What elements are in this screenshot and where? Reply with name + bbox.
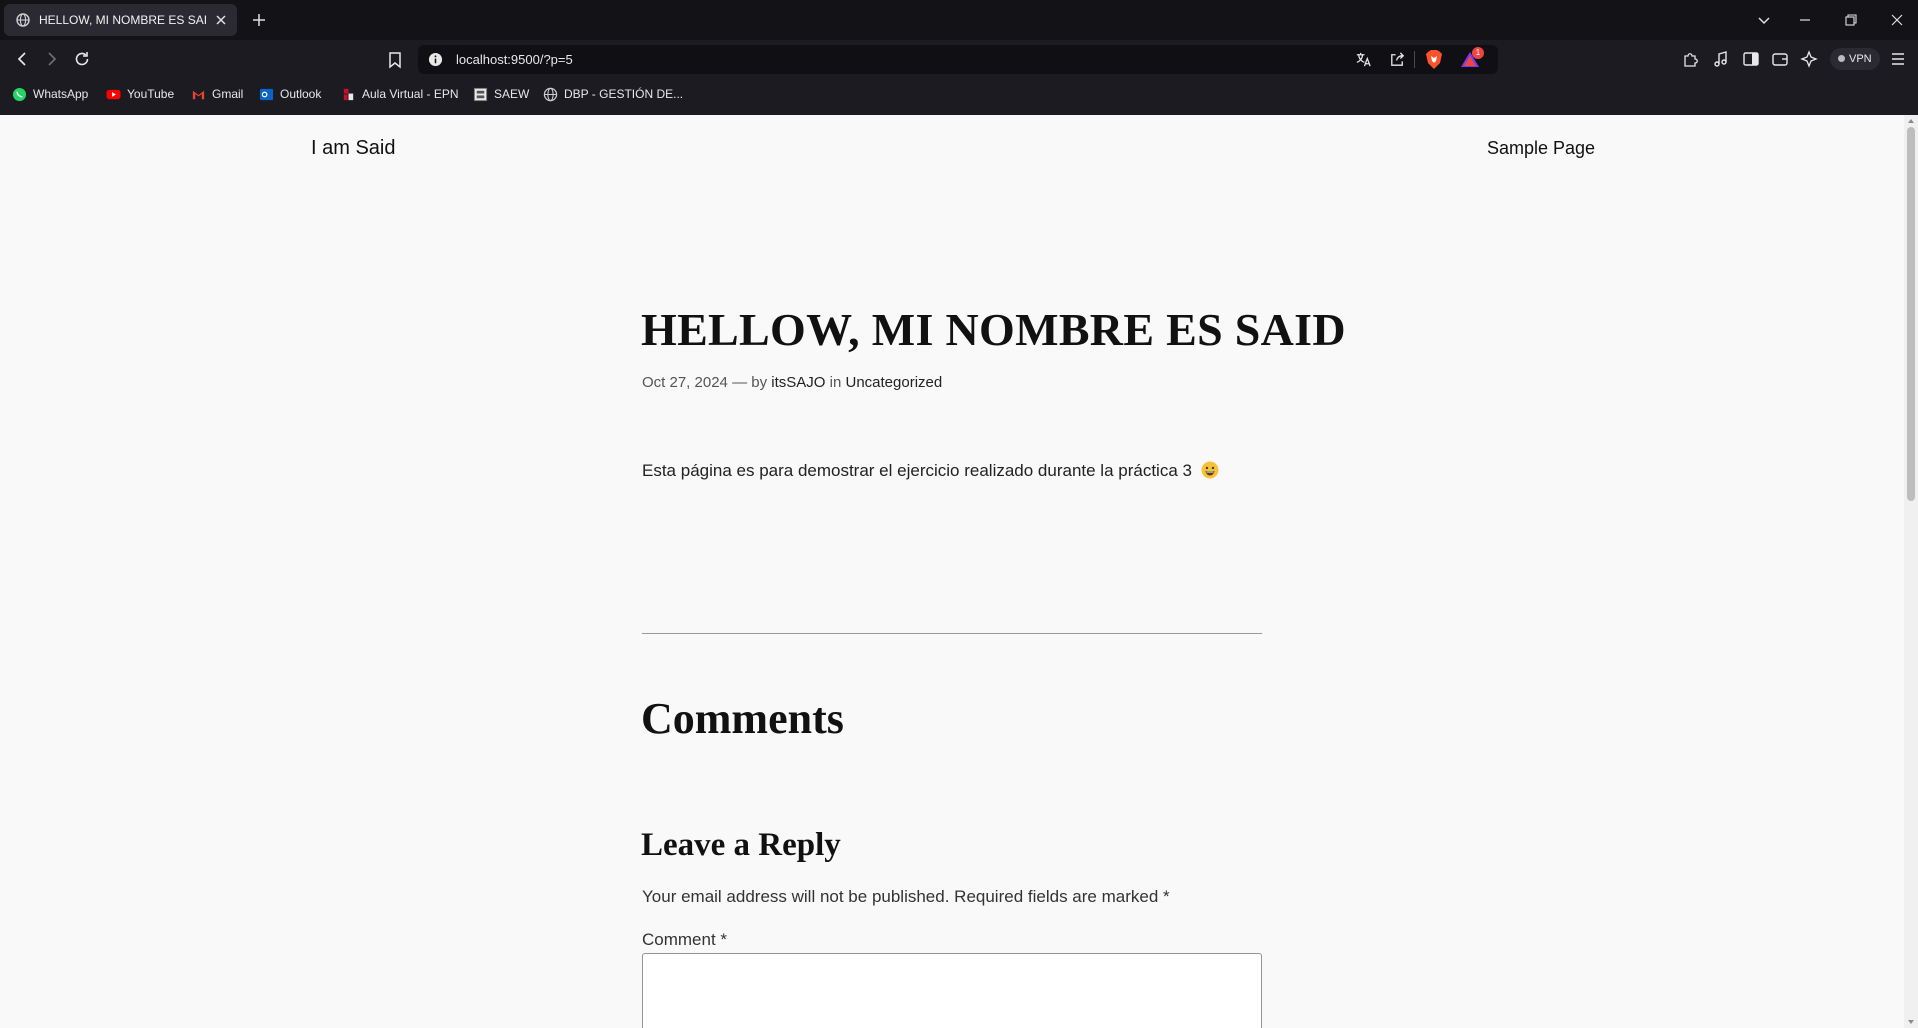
grinning-face-emoji-icon	[1201, 461, 1219, 479]
post-date: Oct 27, 2024	[642, 374, 728, 391]
browser-tab-bar: HELLOW, MI NOMBRE ES SAID	[0, 0, 1918, 40]
close-window-icon[interactable]	[1889, 12, 1905, 28]
wallet-icon[interactable]	[1770, 49, 1790, 69]
post-body-text: Esta página es para demostrar el ejercic…	[642, 461, 1192, 480]
scroll-down-arrow-icon[interactable]	[1907, 1018, 1915, 1026]
leave-reply-heading: Leave a Reply	[641, 827, 841, 863]
brave-shields-icon[interactable]	[1424, 49, 1444, 70]
leo-ai-icon[interactable]	[1800, 49, 1820, 69]
site-title-link[interactable]: I am Said	[311, 137, 395, 160]
globe-icon	[543, 87, 558, 101]
rewards-badge: 1	[1472, 47, 1484, 59]
nav-sample-page-link[interactable]: Sample Page	[1487, 138, 1595, 159]
post-body: Esta página es para demostrar el ejercic…	[642, 461, 1219, 481]
saew-icon	[473, 87, 488, 101]
vpn-label: VPN	[1849, 53, 1872, 65]
aula-virtual-icon	[343, 88, 354, 100]
youtube-icon	[106, 89, 121, 99]
tab-title: HELLOW, MI NOMBRE ES SAID	[39, 13, 207, 27]
back-icon[interactable]	[12, 49, 32, 69]
reload-icon[interactable]	[72, 49, 92, 69]
bookmark-aula-virtual[interactable]: Aula Virtual - EPN	[341, 78, 459, 110]
sidebar-icon[interactable]	[1741, 49, 1761, 69]
bookmark-whatsapp[interactable]: WhatsApp	[12, 78, 88, 110]
menu-icon[interactable]	[1888, 49, 1908, 69]
page-scrollbar[interactable]	[1904, 115, 1918, 1028]
restore-icon[interactable]	[1843, 12, 1859, 28]
bookmarks-bar: WhatsApp YouTube Gmail Outlook Aula Virt…	[0, 78, 1918, 115]
tab-list-chevron-icon[interactable]	[1756, 12, 1772, 28]
vpn-button[interactable]: VPN	[1830, 48, 1880, 70]
scrollbar-thumb[interactable]	[1907, 127, 1915, 501]
address-bar[interactable]: localhost:9500/?p=5 1	[418, 45, 1498, 74]
bookmark-outlook[interactable]: Outlook	[259, 78, 321, 110]
page-viewport: I am Said Sample Page HELLOW, MI NOMBRE …	[0, 115, 1918, 1028]
share-icon[interactable]	[1388, 50, 1407, 69]
post-title: HELLOW, MI NOMBRE ES SAID	[641, 304, 1346, 355]
extensions-icon[interactable]	[1681, 49, 1701, 69]
urlbar-divider	[1414, 51, 1415, 68]
close-tab-icon[interactable]	[213, 12, 229, 28]
globe-icon	[16, 13, 30, 27]
site-info-icon[interactable]	[428, 52, 443, 67]
comment-label: Comment *	[642, 930, 728, 949]
browser-toolbar: localhost:9500/?p=5 1 VPN	[0, 40, 1918, 78]
translate-icon[interactable]	[1354, 50, 1373, 69]
media-icon[interactable]	[1711, 49, 1731, 69]
outlook-icon	[259, 88, 274, 100]
bookmark-youtube[interactable]: YouTube	[106, 78, 174, 110]
post-category-link[interactable]: Uncategorized	[845, 374, 942, 391]
bookmark-gmail[interactable]: Gmail	[191, 78, 243, 110]
vpn-status-dot	[1838, 55, 1845, 62]
bookmark-icon[interactable]	[385, 50, 405, 70]
browser-tab-active[interactable]: HELLOW, MI NOMBRE ES SAID	[4, 4, 237, 36]
forward-icon[interactable]	[42, 49, 62, 69]
comment-textarea[interactable]	[642, 953, 1262, 1028]
new-tab-icon[interactable]	[250, 11, 268, 29]
comments-heading: Comments	[641, 694, 844, 743]
gmail-icon	[192, 90, 205, 99]
post-in-separator: in	[829, 374, 842, 391]
required-fields-note: Your email address will not be published…	[642, 887, 1170, 906]
url-text: localhost:9500/?p=5	[456, 52, 573, 67]
scroll-up-arrow-icon[interactable]	[1907, 117, 1915, 125]
post-by-separator: — by	[732, 374, 768, 391]
post-meta: Oct 27, 2024 — by itsSAJO in Uncategoriz…	[642, 374, 942, 391]
bookmark-dbp[interactable]: DBP - GESTIÓN DE...	[543, 78, 683, 110]
whatsapp-icon	[12, 87, 27, 101]
minimize-icon[interactable]	[1797, 12, 1813, 28]
post-separator	[642, 633, 1262, 634]
bookmark-saew[interactable]: SAEW	[473, 78, 529, 110]
post-author-link[interactable]: itsSAJO	[771, 374, 825, 391]
